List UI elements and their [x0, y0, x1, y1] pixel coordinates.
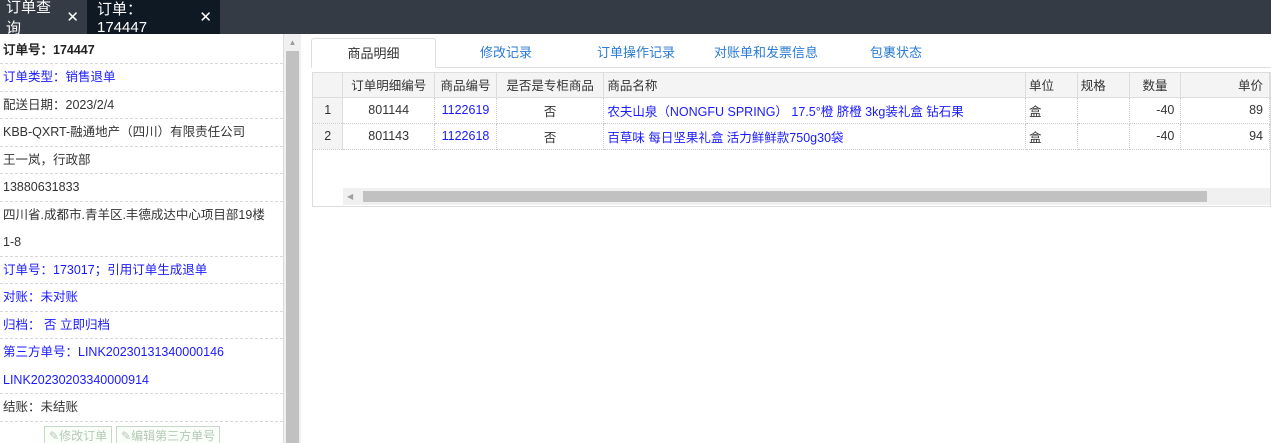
close-icon[interactable]: ✕ [66, 10, 79, 25]
tab-operation-log[interactable]: 订单操作记录 [581, 38, 691, 68]
button-label: 修改订单 [59, 428, 108, 443]
detail-tabs: 商品明细 修改记录 订单操作记录 对账单和发票信息 包裹状态 [311, 38, 1271, 68]
third-party-no-2[interactable]: LINK20230203340000914 [0, 367, 283, 394]
col-item-name[interactable]: 商品名称 [603, 73, 1026, 98]
archive-status[interactable]: 归档： 否 立即归档 [0, 312, 283, 339]
item-table: 订单明细编号 商品编号 是否是专柜商品 商品名称 单位 规格 数量 单价 1 8… [313, 73, 1270, 150]
edit-third-party-button[interactable]: ✎编辑第三方单号 [116, 425, 221, 443]
item-name-link[interactable]: 农夫山泉（NONGFU SPRING） 17.5°橙 脐橙 3kg装礼盒 钻石果 [603, 97, 1026, 124]
order-type: 订单类型：销售退单 [0, 64, 283, 92]
rownum-header [313, 73, 344, 98]
settlement-status: 结账：未结账 [0, 394, 283, 422]
close-icon[interactable]: ✕ [199, 10, 212, 25]
col-counter[interactable]: 是否是专柜商品 [496, 73, 605, 98]
delivery-date: 配送日期：2023/2/4 [0, 92, 283, 119]
col-item-no[interactable]: 商品编号 [434, 73, 497, 98]
col-detail-no[interactable]: 订单明细编号 [342, 73, 436, 98]
item-grid: 订单明细编号 商品编号 是否是专柜商品 商品名称 单位 规格 数量 单价 1 8… [312, 72, 1271, 207]
col-spec[interactable]: 规格 [1077, 73, 1130, 98]
third-party-no-1[interactable]: 第三方单号：LINK20230131340000146 [0, 339, 283, 367]
col-unit[interactable]: 单位 [1025, 73, 1078, 98]
edit-order-button[interactable]: ✎修改订单 [44, 425, 113, 443]
qty-cell: -40 [1129, 123, 1182, 150]
scroll-left-arrow-icon[interactable]: ◀ [347, 188, 353, 205]
top-tab-bar: 订单查询 ✕ 订单：174447 ✕ [0, 0, 1271, 37]
order-number: 订单号：174447 [0, 34, 283, 64]
contact-phone: 13880631833 [0, 174, 283, 202]
tab-label: 订单：174447 [97, 1, 148, 36]
spec-cell [1077, 123, 1130, 150]
item-no-link[interactable]: 1122618 [434, 123, 497, 150]
price-cell: 89 [1180, 97, 1270, 124]
scroll-up-arrow-icon[interactable]: ▲ [284, 34, 301, 51]
button-label: 编辑第三方单号 [131, 428, 216, 443]
tab-order-query[interactable]: 订单查询 ✕ [0, 0, 87, 37]
table-horizontal-scrollbar[interactable]: ◀ [343, 188, 1270, 205]
spec-cell [1077, 97, 1130, 124]
table-row[interactable]: 2 801143 1122618 否 百草味 每日坚果礼盒 活力鲜鲜款750g3… [313, 123, 1270, 150]
reconcile-status[interactable]: 对账：未对账 [0, 284, 283, 312]
row-number: 1 [313, 97, 344, 124]
price-cell: 94 [1180, 123, 1270, 150]
tab-invoice-info[interactable]: 对账单和发票信息 [706, 38, 826, 68]
address-line-2: 1-8 [0, 229, 283, 257]
tab-order-detail[interactable]: 订单：174447 ✕ [87, 0, 220, 36]
item-name-link[interactable]: 百草味 每日坚果礼盒 活力鲜鲜款750g30袋 [603, 123, 1026, 150]
tab-item-details[interactable]: 商品明细 [311, 38, 436, 68]
scrollbar-thumb[interactable] [363, 191, 1207, 202]
detail-area: 商品明细 修改记录 订单操作记录 对账单和发票信息 包裹状态 订单明细编号 商品… [301, 34, 1271, 443]
item-no-link[interactable]: 1122619 [434, 97, 497, 124]
unit-cell: 盒 [1025, 97, 1078, 124]
table-header-row: 订单明细编号 商品编号 是否是专柜商品 商品名称 单位 规格 数量 单价 [313, 73, 1270, 98]
table-row[interactable]: 1 801144 1122619 否 农夫山泉（NONGFU SPRING） 1… [313, 97, 1270, 124]
edit-icon: ✎ [121, 428, 132, 443]
ref-order[interactable]: 订单号：173017；引用订单生成退单 [0, 257, 283, 284]
order-info-panel: 订单号：174447 订单类型：销售退单 配送日期：2023/2/4 KBB-Q… [0, 34, 284, 443]
counter-cell: 否 [496, 97, 605, 124]
counter-cell: 否 [496, 123, 605, 150]
detail-no-cell: 801143 [342, 123, 436, 150]
left-panel-scrollbar[interactable]: ▲ [284, 34, 301, 443]
col-qty[interactable]: 数量 [1129, 73, 1182, 98]
tab-package-status[interactable]: 包裹状态 [851, 38, 941, 68]
edit-icon: ✎ [49, 428, 60, 443]
detail-no-cell: 801144 [342, 97, 436, 124]
company-name: KBB-QXRT-融通地产（四川）有限责任公司 [0, 119, 283, 147]
tab-label: 订单查询 [6, 0, 52, 37]
qty-cell: -40 [1129, 97, 1182, 124]
row-number: 2 [313, 123, 344, 150]
contact-person: 王一岚，行政部 [0, 147, 283, 174]
unit-cell: 盒 [1025, 123, 1078, 150]
tab-edit-history[interactable]: 修改记录 [456, 38, 556, 68]
address-line-1: 四川省.成都市.青羊区.丰德成达中心项目部19楼 [3, 207, 265, 222]
col-price[interactable]: 单价 [1180, 73, 1270, 98]
action-buttons: ✎修改订单 ✎编辑第三方单号 [0, 422, 283, 443]
scrollbar-thumb[interactable] [286, 51, 299, 443]
